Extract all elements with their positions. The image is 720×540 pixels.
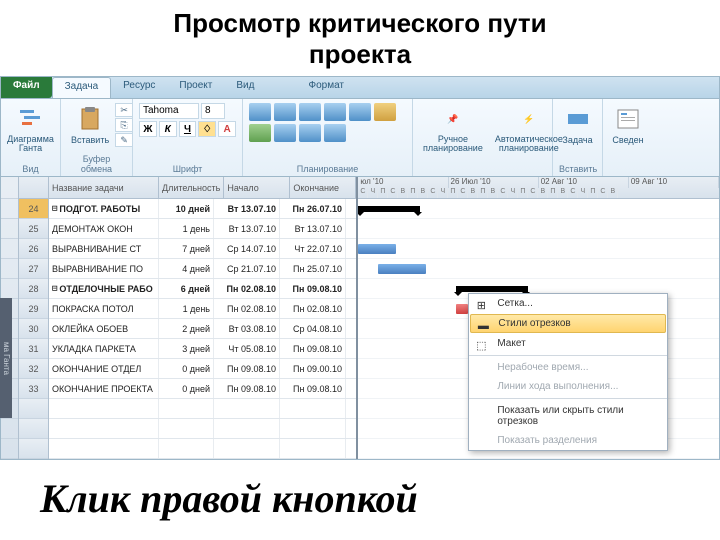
tab-file[interactable]: Файл (1, 77, 52, 98)
menu-bar-styles[interactable]: ▬Стили отрезков (470, 314, 666, 333)
grid-area: 24252627282930313233 Название задачи Дли… (1, 177, 719, 459)
bold-button[interactable]: Ж (139, 121, 157, 137)
tab-format[interactable]: Формат (296, 77, 356, 98)
task-table[interactable]: Название задачи Длительность Начало Окон… (49, 177, 358, 459)
group-info-label (609, 172, 647, 174)
row-id[interactable]: 28 (19, 279, 48, 299)
annotation-text: Клик правой кнопкой (40, 475, 418, 522)
group-font-label: Шрифт (139, 162, 236, 174)
slide-title: Просмотр критического путипроекта (0, 0, 720, 76)
menu-nonworking[interactable]: Нерабочее время... (469, 355, 667, 377)
gantt-chart-button[interactable]: Диаграмма Ганта (7, 103, 54, 155)
tab-project[interactable]: Проект (167, 77, 224, 98)
highlight-button[interactable]: ♢ (198, 121, 216, 137)
ms-project-window: Файл Задача Ресурс Проект Вид Формат Диа… (0, 76, 720, 460)
row-id[interactable]: 32 (19, 359, 48, 379)
font-size-select[interactable]: 8 (201, 103, 225, 119)
col-name[interactable]: Название задачи (49, 177, 159, 198)
table-row[interactable]: ОКОНЧАНИЕ ОТДЕЛ0 днейПн 09.08.10Пн 09.00… (49, 359, 356, 379)
table-row[interactable]: УКЛАДКА ПАРКЕТА3 днейЧт 05.08.10Пн 09.08… (49, 339, 356, 359)
insert-task-button[interactable]: Задача (559, 103, 596, 147)
table-row[interactable]: ⊟ПОДГОТ. РАБОТЫ10 днейВт 13.07.10Пн 26.0… (49, 199, 356, 219)
task-icon (564, 105, 592, 133)
vertical-tab-gantt[interactable]: ма Ганта (0, 298, 12, 418)
tab-resource[interactable]: Ресурс (111, 77, 167, 98)
row-id[interactable]: 25 (19, 219, 48, 239)
table-row[interactable]: ОКОНЧАНИЕ ПРОЕКТА0 днейПн 09.08.10Пн 09.… (49, 379, 356, 399)
underline-button[interactable]: Ч (179, 121, 197, 137)
context-menu: ⊞Сетка... ▬Стили отрезков ⬚Макет Нерабоч… (468, 293, 668, 451)
group-view-label: Вид (7, 162, 54, 174)
schedule-buttons[interactable] (249, 103, 409, 142)
col-duration[interactable]: Длительность (159, 177, 224, 198)
layout-icon: ⬚ (473, 337, 489, 353)
row-id[interactable]: 31 (19, 339, 48, 359)
font-name-select[interactable]: Tahoma (139, 103, 199, 119)
row-id[interactable]: 26 (19, 239, 48, 259)
gantt-icon (17, 105, 45, 133)
italic-button[interactable]: К (159, 121, 177, 137)
menu-grid[interactable]: ⊞Сетка... (469, 294, 667, 313)
pin-icon: 📌 (439, 105, 467, 133)
id-column: 24252627282930313233 (19, 177, 49, 459)
tab-task[interactable]: Задача (52, 77, 112, 98)
table-row[interactable]: ПОКРАСКА ПОТОЛ1 деньПн 02.08.10Пн 02.08.… (49, 299, 356, 319)
ribbon-tabs: Файл Задача Ресурс Проект Вид Формат (1, 77, 719, 99)
format-painter-button[interactable]: ✎ (115, 133, 133, 147)
grid-icon: ⊞ (473, 297, 489, 313)
menu-progress-lines[interactable]: Линии хода выполнения... (469, 377, 667, 396)
row-id[interactable]: 27 (19, 259, 48, 279)
auto-icon: ⚡ (515, 105, 543, 133)
info-icon (614, 105, 642, 133)
row-id[interactable]: 30 (19, 319, 48, 339)
menu-show-hide-bars[interactable]: Показать или скрыть стили отрезков (469, 398, 667, 431)
paste-button[interactable]: Вставить (67, 103, 113, 147)
col-finish[interactable]: Окончание (290, 177, 356, 198)
group-planning-label: Планирование (249, 162, 406, 174)
row-id[interactable]: 29 (19, 299, 48, 319)
bars-icon: ▬ (475, 318, 491, 334)
group-clipboard-label: Буфер обмена (67, 152, 126, 174)
row-id[interactable]: 33 (19, 379, 48, 399)
clipboard-icon (76, 105, 104, 133)
col-start[interactable]: Начало (224, 177, 290, 198)
ribbon: Диаграмма Ганта Вид Вставить ✂ ⎘ ✎ Буфер… (1, 99, 719, 177)
manual-schedule-button[interactable]: 📌 Ручное планирование (419, 103, 487, 155)
menu-layout[interactable]: ⬚Макет (469, 334, 667, 353)
gantt-chart[interactable]: юл '1026 Июл '1002 Авг '1009 Авг '10 СЧП… (358, 177, 719, 459)
group-mode-label (419, 172, 546, 174)
info-button[interactable]: Сведен (609, 103, 647, 147)
group-insert-label: Вставить (559, 162, 596, 174)
table-row[interactable]: ВЫРАВНИВАНИЕ СТ7 днейСр 14.07.10Чт 22.07… (49, 239, 356, 259)
table-row[interactable]: ⊟ОТДЕЛОЧНЫЕ РАБО6 днейПн 02.08.10Пн 09.0… (49, 279, 356, 299)
menu-show-splits[interactable]: Показать разделения (469, 431, 667, 450)
tab-view[interactable]: Вид (224, 77, 266, 98)
table-row[interactable]: ДЕМОНТАЖ ОКОН1 деньВт 13.07.10Вт 13.07.1… (49, 219, 356, 239)
cut-button[interactable]: ✂ (115, 103, 133, 117)
table-row[interactable]: ВЫРАВНИВАНИЕ ПО4 днейСр 21.07.10Пн 25.07… (49, 259, 356, 279)
copy-button[interactable]: ⎘ (115, 118, 133, 132)
table-row[interactable]: ОКЛЕЙКА ОБОЕВ2 днейВт 03.08.10Ср 04.08.1… (49, 319, 356, 339)
row-id[interactable]: 24 (19, 199, 48, 219)
font-color-button[interactable]: A (218, 121, 236, 137)
